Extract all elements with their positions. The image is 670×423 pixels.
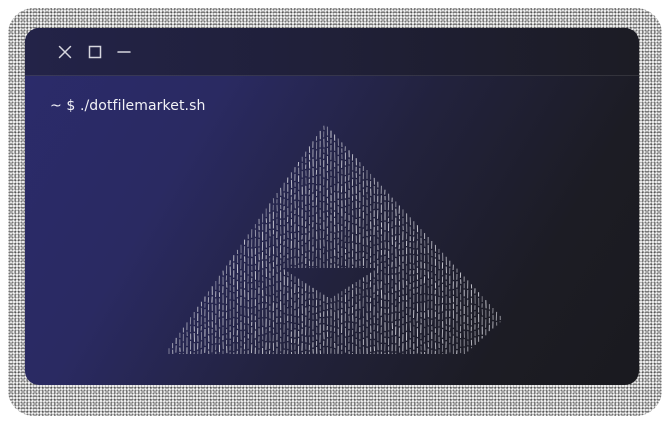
ascii-logo-art — [168, 125, 501, 355]
ascii-art-strokes — [168, 125, 501, 355]
close-icon[interactable] — [57, 44, 73, 60]
title-bar[interactable] — [25, 28, 639, 76]
terminal-window: ~ $ ./dotfilemarket.sh — [25, 28, 639, 385]
minimize-icon[interactable] — [116, 44, 132, 60]
maximize-icon[interactable] — [87, 44, 103, 60]
terminal-prompt: ~ $ ./dotfilemarket.sh — [50, 98, 206, 114]
stage: ~ $ ./dotfilemarket.sh — [0, 0, 670, 423]
